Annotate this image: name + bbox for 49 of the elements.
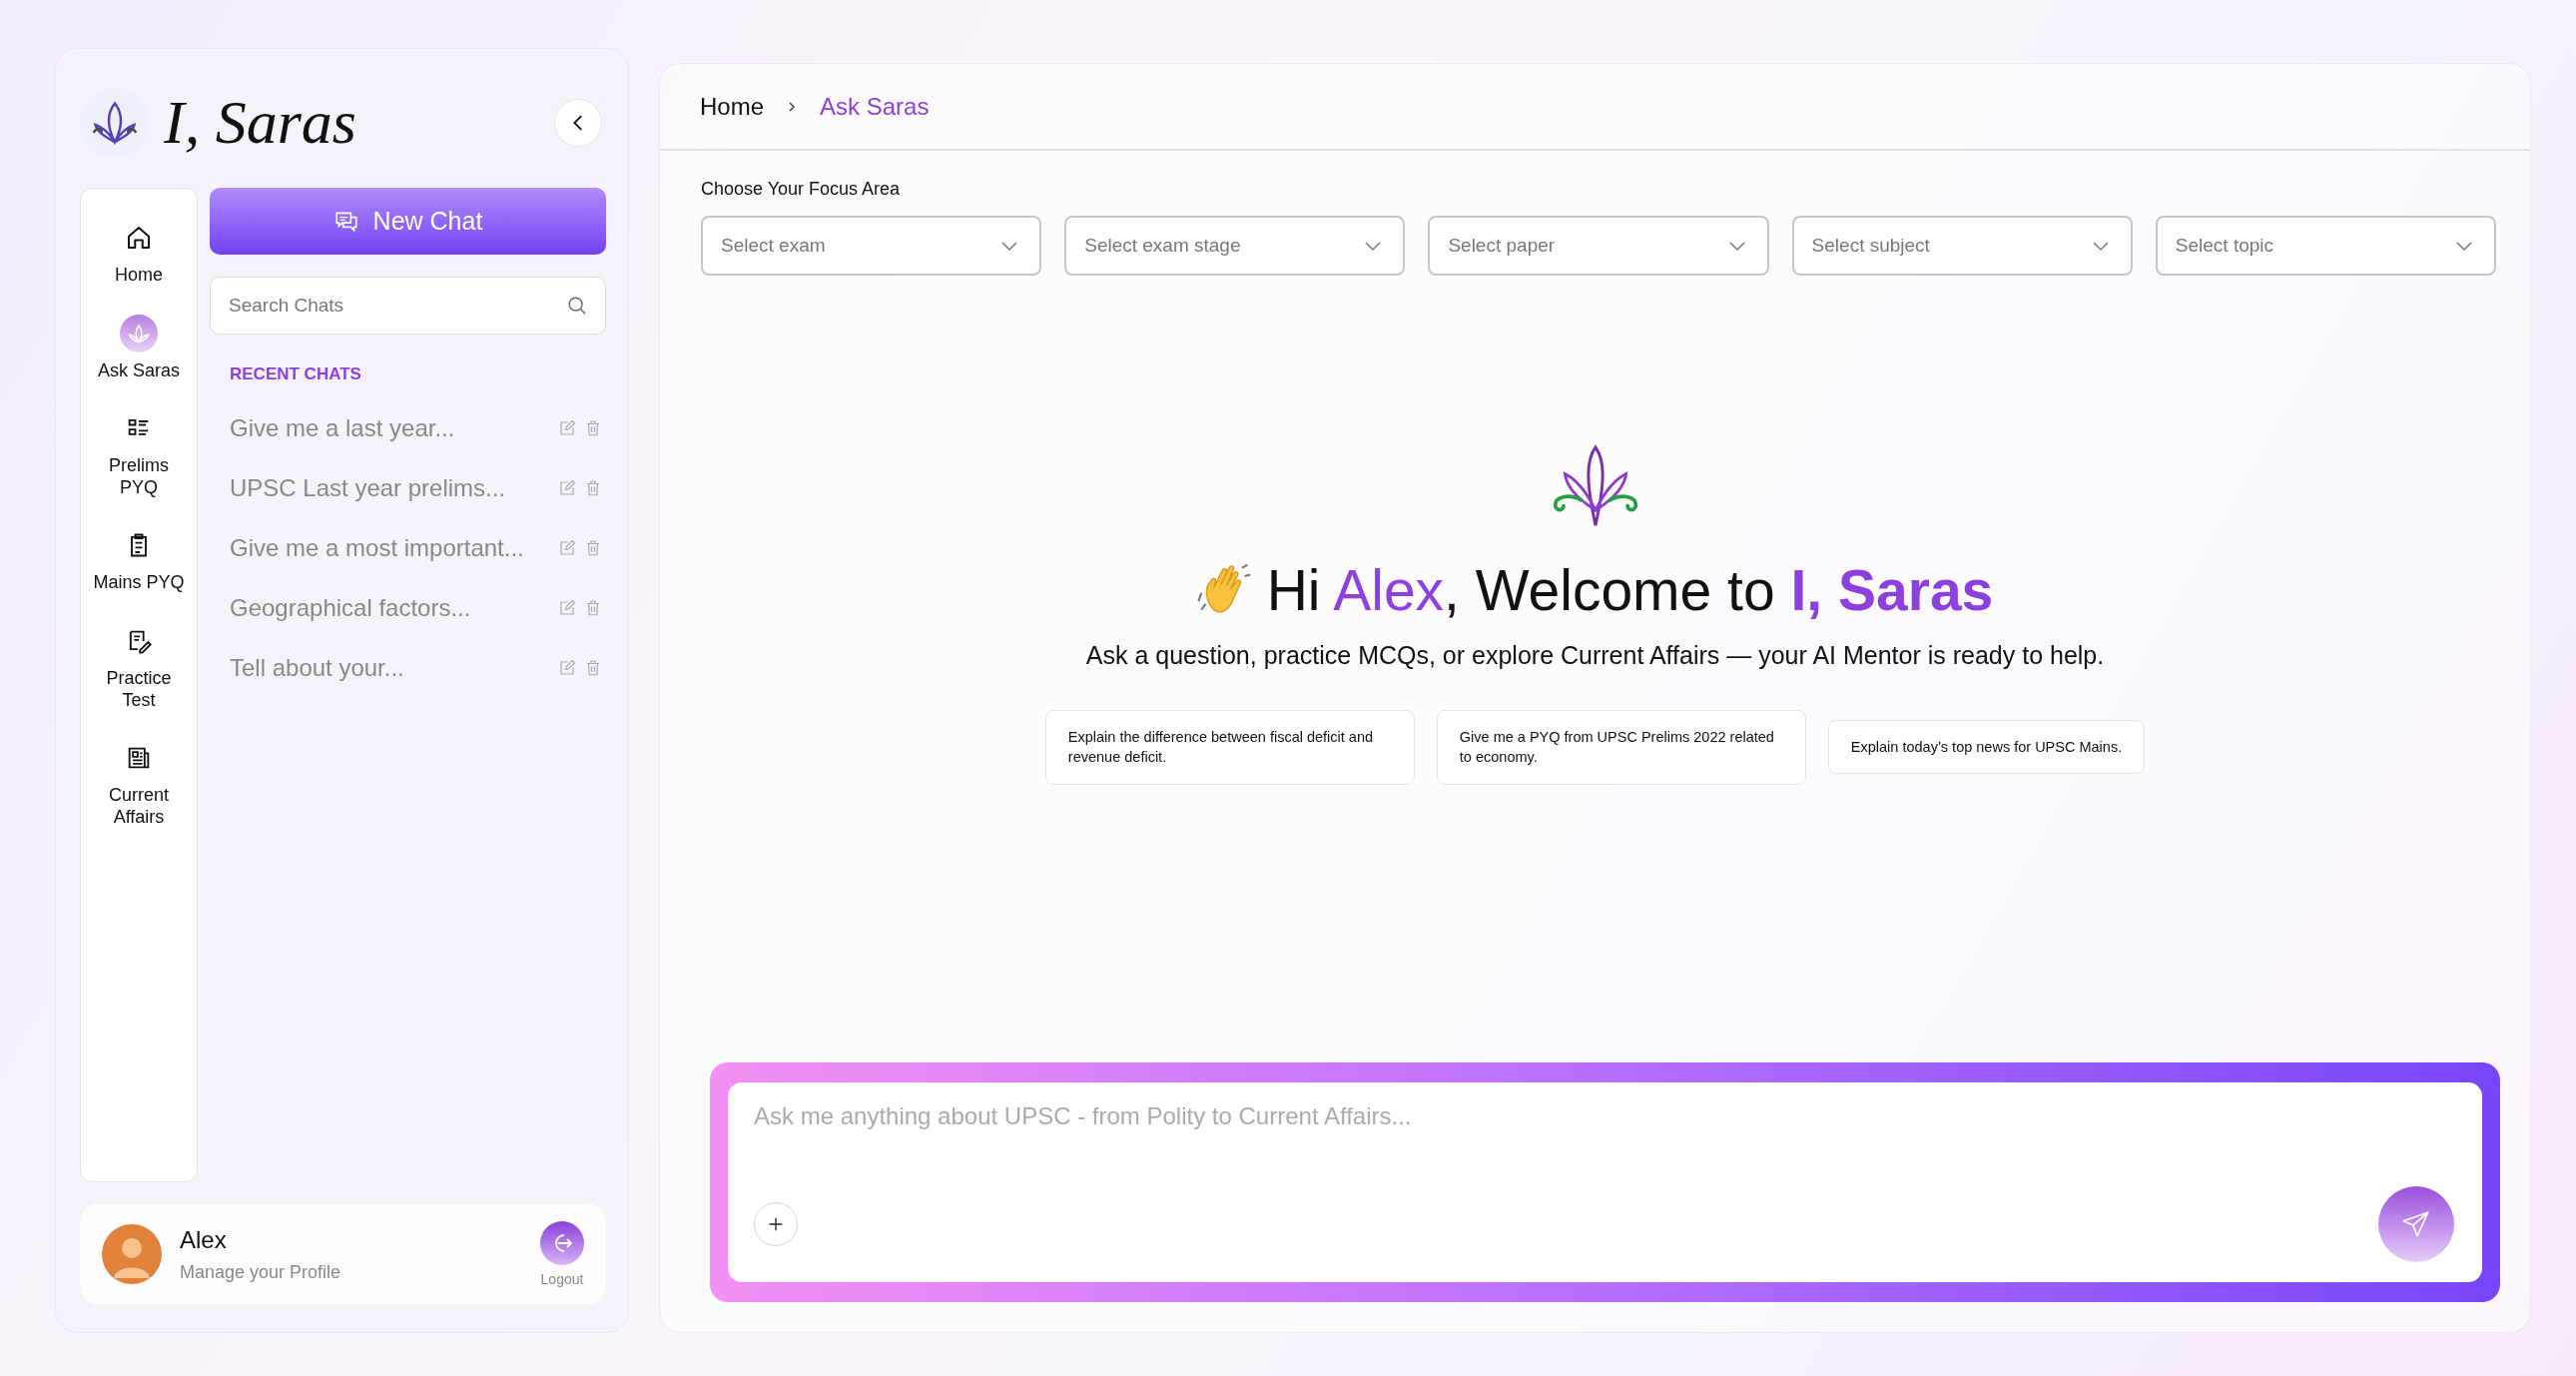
select-dropdown[interactable]: Select exam stage (1064, 216, 1406, 276)
trash-icon[interactable] (584, 599, 602, 617)
recent-chat-item[interactable]: Tell about your... (230, 654, 550, 682)
profile-card[interactable]: Alex Manage your Profile Logout (80, 1204, 606, 1304)
suggestion-card[interactable]: Explain the difference between fiscal deficit and revenue deficit. (1044, 710, 1415, 785)
search-field[interactable]: Search Chats (210, 277, 606, 335)
breadcrumb-link[interactable]: Home (700, 92, 765, 121)
profile-subtitle: Manage your Profile (180, 1261, 342, 1283)
nav-item[interactable]: Mains PYQ (81, 526, 197, 594)
trash-icon[interactable] (584, 419, 602, 437)
recent-chat-item[interactable]: Give me a last year... (230, 414, 550, 442)
plus-icon (767, 1215, 785, 1233)
breadcrumb-link[interactable]: Ask Saras (820, 92, 930, 121)
edit-icon[interactable] (558, 479, 576, 497)
section-heading: RECENT CHATS (230, 364, 362, 384)
recent-chat-item[interactable]: UPSC Last year prelims... (230, 474, 550, 502)
select-dropdown[interactable]: Select exam (701, 216, 1042, 276)
avatar-icon (102, 1224, 162, 1284)
edit-icon[interactable] (558, 419, 576, 437)
nav-item[interactable]: Current Affairs (81, 739, 197, 829)
search-icon (566, 295, 588, 317)
suggestion-card[interactable]: Explain today’s top news for UPSC Mains. (1827, 720, 2146, 775)
focus-label: Choose Your Focus Area (701, 179, 902, 200)
nav-item[interactable]: Prelims PYQ (81, 409, 197, 499)
select-dropdown[interactable]: Select topic (2155, 216, 2496, 276)
edit-icon[interactable] (558, 599, 576, 617)
nav-item[interactable]: Practice Test (81, 621, 197, 712)
edit-icon[interactable] (558, 539, 576, 557)
message-field[interactable]: Ask me anything about UPSC - from Polity to Current Affairs... (728, 1082, 2482, 1282)
trash-icon[interactable] (584, 539, 602, 557)
nav-item[interactable]: Home (81, 219, 197, 287)
recent-chat-item[interactable]: Give me a most important... (230, 534, 550, 562)
welcome-subtitle: Ask a question, practice MCQs, or explore Current Affairs — your AI Mentor is ready to help. (1085, 641, 2105, 670)
trash-icon[interactable] (584, 659, 602, 677)
trash-icon[interactable] (584, 479, 602, 497)
brand-name: I, Saras (164, 87, 356, 158)
select-dropdown[interactable]: Select subject (1791, 216, 2133, 276)
lotus-logo-icon (80, 87, 150, 158)
collapse-button[interactable] (554, 98, 602, 147)
profile-name: Alex (180, 1225, 228, 1254)
edit-icon[interactable] (558, 659, 576, 677)
select-dropdown[interactable]: Select paper (1428, 216, 1769, 276)
logout-icon[interactable] (540, 1221, 584, 1265)
logout-label[interactable]: Logout (540, 1271, 584, 1287)
new-chat-button[interactable]: New Chat (210, 188, 606, 255)
suggestion-card[interactable]: Give me a PYQ from UPSC Prelims 2022 related to economy. (1436, 710, 1806, 785)
recent-chat-item[interactable]: Geographical factors... (230, 594, 550, 622)
welcome-heading: Hi Alex, Welcome to I, Saras (1266, 557, 1994, 623)
nav-item[interactable]: Ask Saras (81, 314, 197, 382)
